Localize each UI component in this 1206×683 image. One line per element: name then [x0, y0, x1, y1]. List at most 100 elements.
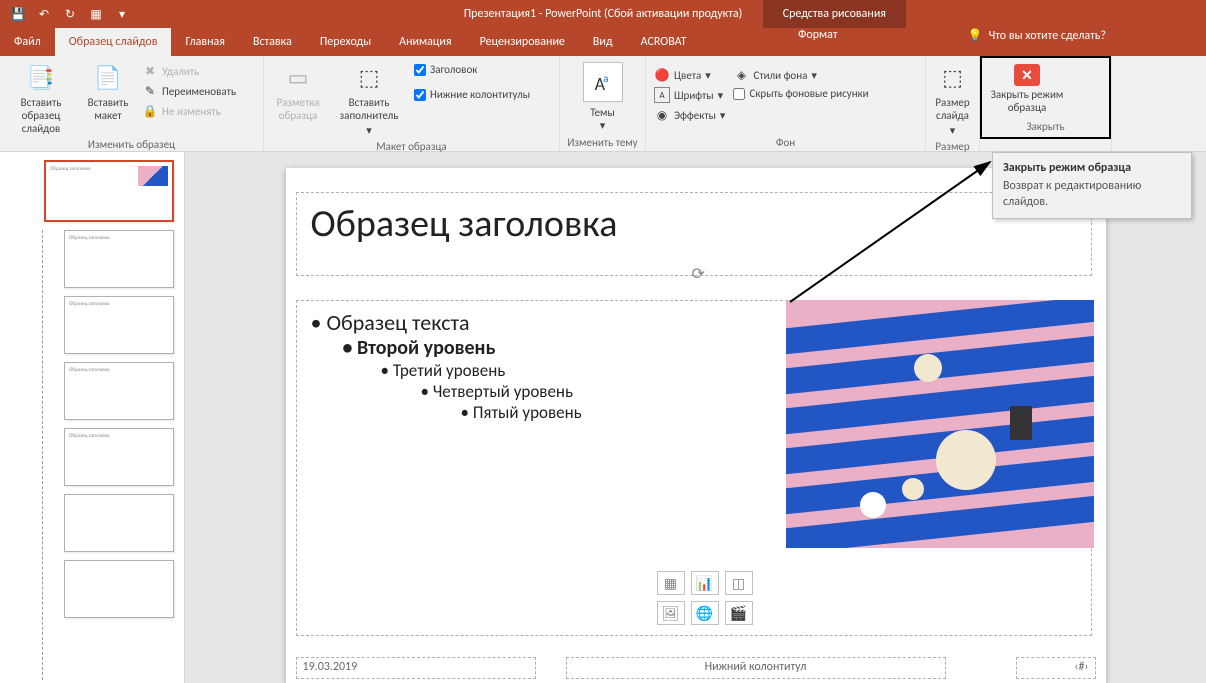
slide-canvas[interactable]: Образец заголовка ⟳ • Образец текста • В…	[286, 168, 1106, 683]
chevron-down-icon: ▾	[811, 69, 817, 82]
close-master-highlight: ✕ Закрыть режим образца Закрыть	[980, 56, 1111, 139]
tab-review[interactable]: Рецензирование	[466, 28, 579, 56]
master-connector-line	[42, 230, 50, 680]
start-from-beginning-icon[interactable]: ▦	[86, 4, 106, 24]
tell-me-text: Что вы хотите сделать?	[989, 29, 1106, 43]
pictures-icon[interactable]: 🖼	[657, 601, 685, 625]
themes-icon: Aa	[583, 62, 623, 102]
group-background-label: Фон	[652, 134, 919, 151]
slide-size-icon: ⬚	[937, 62, 969, 94]
master-layout-icon: ▭	[282, 62, 314, 94]
insert-layout-icon: 📄	[92, 62, 124, 94]
undo-icon[interactable]: ↶	[34, 4, 54, 24]
ribbon-tabs: Файл Образец слайдов Главная Вставка Пер…	[0, 28, 1206, 56]
rename-icon: ✎	[142, 83, 158, 99]
bg-styles-icon: ◈	[733, 67, 749, 83]
date-placeholder[interactable]: 19.03.2019	[296, 657, 536, 679]
hide-bg-graphics-checkbox[interactable]: Скрыть фоновые рисунки	[731, 86, 870, 101]
themes-button[interactable]: Aa Темы ▾	[579, 58, 627, 132]
layout-thumbnail[interactable]: Образец заголовка	[64, 362, 174, 420]
tab-home[interactable]: Главная	[171, 28, 238, 56]
tell-me-search[interactable]: 💡 Что вы хотите сделать?	[968, 28, 1106, 43]
group-size: ⬚ Размер слайда▾ Размер	[926, 56, 980, 151]
chevron-down-icon: ▾	[600, 119, 606, 132]
insert-slide-master-icon: 📑	[25, 62, 57, 94]
preserve-icon: 🔒	[142, 103, 158, 119]
layout-thumbnail[interactable]	[64, 560, 174, 618]
group-edit-theme: Aa Темы ▾ Изменить тему	[560, 56, 646, 151]
master-layout-button: ▭ Разметка образца	[270, 58, 326, 122]
chevron-down-icon: ▾	[950, 124, 956, 137]
thumb-image-icon	[138, 166, 168, 186]
tab-acrobat[interactable]: ACROBAT	[627, 28, 701, 56]
group-edit-master: 📑 Вставить образец слайдов 📄 Вставить ма…	[0, 56, 264, 151]
preserve-button: 🔒Не изменять	[140, 102, 238, 120]
tab-file[interactable]: Файл	[0, 28, 55, 56]
colors-button[interactable]: 🔴Цвета ▾	[652, 66, 727, 84]
window-title: Презентация1 - PowerPoint (Сбой активаци…	[464, 7, 743, 21]
layout-thumbnail[interactable]: Образец заголовка	[64, 230, 174, 288]
master-thumbnail[interactable]: Образец заголовка	[44, 160, 174, 222]
close-master-view-button[interactable]: ✕ Закрыть режим образца	[984, 60, 1070, 118]
fonts-icon: A	[654, 87, 670, 103]
save-icon[interactable]: 💾	[8, 4, 28, 24]
group-master-layout: ▭ Разметка образца ⬚ Вставить заполнител…	[264, 56, 560, 151]
layout-thumbnail[interactable]: Образец заголовка	[64, 296, 174, 354]
chevron-down-icon: ▾	[705, 69, 711, 82]
tab-slide-master[interactable]: Образец слайдов	[55, 28, 172, 56]
chevron-down-icon: ▾	[718, 89, 724, 102]
tooltip-body: Возврат к редактированию слайдов.	[1003, 179, 1181, 210]
insert-placeholder-button[interactable]: ⬚ Вставить заполнитель ▾	[330, 58, 408, 138]
layout-thumbnail[interactable]	[64, 494, 174, 552]
slide-number-placeholder[interactable]: ‹#›	[1016, 657, 1096, 679]
thumbnail-panel: Образец заголовка Образец заголовка Обра…	[0, 152, 185, 683]
colors-icon: 🔴	[654, 67, 670, 83]
effects-button[interactable]: ◉Эффекты ▾	[652, 106, 727, 124]
tab-format[interactable]: Формат	[784, 28, 851, 42]
chart-icon[interactable]: 📊	[691, 571, 719, 595]
insert-placeholder-icon: ⬚	[353, 62, 385, 94]
tooltip-close-master: Закрыть режим образца Возврат к редактир…	[992, 152, 1192, 219]
background-styles-button[interactable]: ◈Стили фона ▾	[731, 66, 870, 84]
title-bar: 💾 ↶ ↻ ▦ ▾ Презентация1 - PowerPoint (Сбо…	[0, 0, 1206, 28]
effects-icon: ◉	[654, 107, 670, 123]
tooltip-title: Закрыть режим образца	[1003, 161, 1181, 175]
slide-editing-area: Образец заголовка ⟳ • Образец текста • В…	[185, 152, 1206, 683]
table-icon[interactable]: ▦	[657, 571, 685, 595]
insert-slide-master-button[interactable]: 📑 Вставить образец слайдов	[6, 58, 76, 136]
delete-icon: ✖	[142, 63, 158, 79]
group-background: 🔴Цвета ▾ AШрифты ▾ ◉Эффекты ▾ ◈Стили фон…	[646, 56, 926, 151]
contextual-tab-label: Средства рисования	[763, 0, 906, 28]
smartart-icon[interactable]: ◫	[725, 571, 753, 595]
group-edit-theme-label: Изменить тему	[566, 134, 639, 151]
tab-insert[interactable]: Вставка	[239, 28, 306, 56]
group-close: ✕ Закрыть режим образца Закрыть	[980, 56, 1112, 151]
title-checkbox[interactable]: Заголовок	[412, 62, 532, 77]
lightbulb-icon: 💡	[968, 28, 983, 43]
ribbon: 📑 Вставить образец слайдов 📄 Вставить ма…	[0, 56, 1206, 152]
insert-layout-button[interactable]: 📄 Вставить макет	[80, 58, 136, 122]
close-icon: ✕	[1014, 64, 1040, 86]
chevron-down-icon: ▾	[720, 109, 726, 122]
layout-thumbnail[interactable]: Образец заголовка	[64, 428, 174, 486]
tab-animations[interactable]: Анимация	[385, 28, 465, 56]
fonts-button[interactable]: AШрифты ▾	[652, 86, 727, 104]
redo-icon[interactable]: ↻	[60, 4, 80, 24]
workspace: Образец заголовка Образец заголовка Обра…	[0, 152, 1206, 683]
tab-transitions[interactable]: Переходы	[306, 28, 385, 56]
delete-button: ✖Удалить	[140, 62, 238, 80]
title-text: Образец заголовка	[311, 201, 618, 247]
footer-placeholder[interactable]: Нижний колонтитул	[566, 657, 946, 679]
footers-checkbox[interactable]: Нижние колонтитулы	[412, 87, 532, 102]
group-close-label: Закрыть	[984, 118, 1107, 135]
rename-button[interactable]: ✎Переименовать	[140, 82, 238, 100]
rotate-handle-icon[interactable]: ⟳	[692, 264, 705, 284]
online-pictures-icon[interactable]: 🌐	[691, 601, 719, 625]
quick-access-toolbar: 💾 ↶ ↻ ▦ ▾	[0, 4, 140, 24]
content-placeholder-icons: ▦ 📊 ◫ 🖼 🌐 🎬	[657, 571, 753, 625]
group-edit-master-label: Изменить образец	[6, 136, 257, 153]
qat-dropdown-icon[interactable]: ▾	[112, 4, 132, 24]
video-icon[interactable]: 🎬	[725, 601, 753, 625]
tab-view[interactable]: Вид	[579, 28, 627, 56]
slide-size-button[interactable]: ⬚ Размер слайда▾	[932, 58, 973, 138]
